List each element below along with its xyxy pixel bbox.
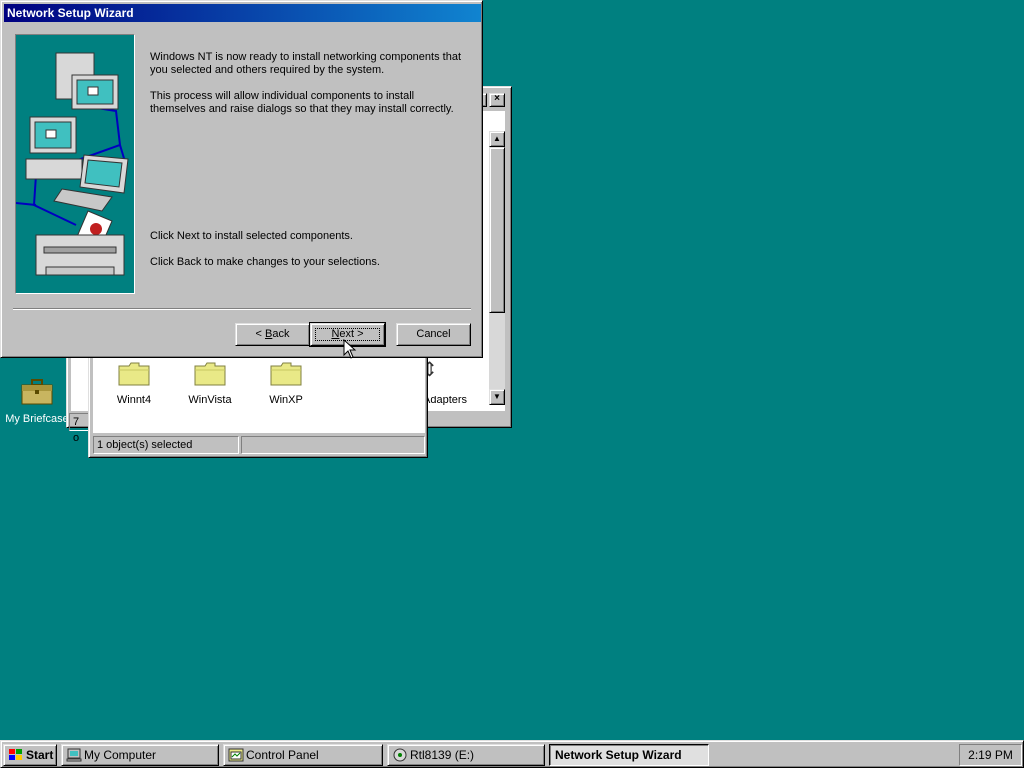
cancel-button-label: Cancel [416,328,451,340]
arrow-down-icon: ▼ [493,392,501,401]
control-panel-icon [228,748,244,762]
folder-item-winxp[interactable]: WinXP [251,361,321,406]
taskbar-item-label: My Computer [84,748,157,762]
close-button[interactable]: × [489,93,505,107]
folder-icon [194,362,226,386]
adapter-label: Adapters [423,396,468,405]
taskbar: Start My Computer Control Panel Rtl8139 … [0,740,1024,768]
start-button[interactable]: Start [3,744,57,766]
wizard-illustration [15,34,135,294]
taskbar-item-network-setup-wizard[interactable]: Network Setup Wizard [549,744,709,766]
taskbar-item-label: Control Panel [246,748,319,762]
cancel-button[interactable]: Cancel [396,323,471,346]
scroll-down-button[interactable]: ▼ [489,389,505,405]
desktop-icon-my-briefcase[interactable]: My Briefcase [4,378,70,425]
folder-item-winnt4[interactable]: Winnt4 [99,361,169,406]
scroll-up-button[interactable]: ▲ [489,131,505,147]
folder-label: WinXP [269,394,303,406]
wizard-separator [13,308,471,310]
taskbar-item-control-panel[interactable]: Control Panel [223,744,383,766]
windows-logo-icon [9,749,22,760]
clock-text: 2:19 PM [968,748,1013,762]
cd-drive-icon [393,748,407,762]
taskbar-item-label: Rtl8139 (E:) [410,748,475,762]
vertical-scrollbar[interactable]: ▲ ▼ [489,131,505,405]
status-cell: 7 o [69,413,89,444]
wizard-paragraph-next: Click Next to install selected component… [150,230,353,242]
folder-label: WinVista [188,394,232,406]
folder-icon [118,362,150,386]
mouse-pointer-icon [343,339,357,359]
wizard-title: Network Setup Wizard [4,4,481,22]
taskbar-item-label: Network Setup Wizard [555,748,682,762]
wizard-paragraph-back: Click Back to make changes to your selec… [150,256,380,268]
network-computers-icon [15,52,129,276]
arrow-up-icon: ▲ [493,134,501,143]
wizard-paragraph-process: This process will allow individual compo… [150,90,454,115]
status-bar-text: 1 object(s) selected [93,436,239,454]
scroll-thumb[interactable] [489,147,505,313]
taskbar-item-rtl8139[interactable]: Rtl8139 (E:) [387,744,545,766]
back-button[interactable]: < Back [235,323,310,346]
status-bar-panel [241,436,425,454]
back-button-prefix: < [255,328,265,340]
computer-icon [66,748,82,762]
wizard-paragraph-ready: Windows NT is now ready to install netwo… [150,51,461,76]
back-button-label: ack [272,328,290,340]
network-setup-wizard-dialog[interactable]: Network Setup Wizard Windows NT is now r… [0,0,483,358]
system-tray-clock[interactable]: 2:19 PM [959,744,1022,766]
briefcase-icon [21,379,53,405]
desktop-icon-label: My Briefcase [5,413,69,425]
folder-icon [270,362,302,386]
taskbar-item-my-computer[interactable]: My Computer [61,744,219,766]
start-button-label: Start [26,748,54,762]
close-icon: × [494,93,500,104]
folder-label: Winnt4 [116,394,152,406]
folder-item-winvista[interactable]: WinVista [175,361,245,406]
